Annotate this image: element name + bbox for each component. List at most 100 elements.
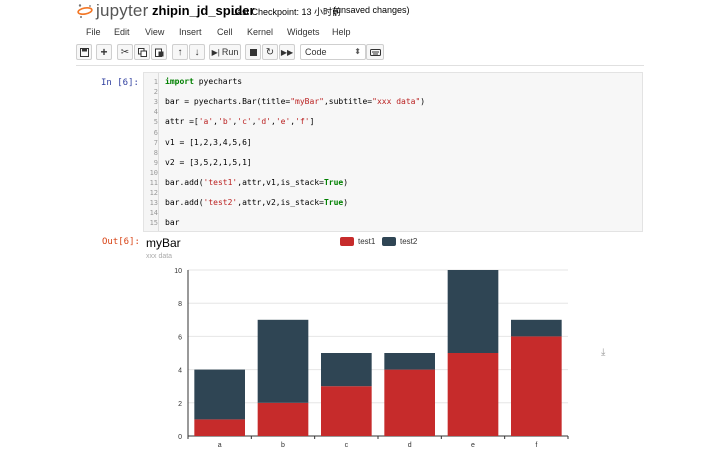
code-line: 4 — [144, 107, 644, 117]
line-number: 13 — [149, 199, 158, 208]
insert-cell-button[interactable]: + — [96, 44, 112, 60]
code-line: 7 v1 = [1,2,3,4,5,6] — [144, 138, 644, 148]
notebook-toolbar: + ✂ ↑ ↓ ▶| Run ↻ ▶▶ Code ⬍ — [76, 43, 644, 62]
y-tick-label: 6 — [178, 334, 182, 341]
restart-button[interactable]: ↻ — [262, 44, 278, 60]
refresh-icon: ↻ — [265, 46, 275, 58]
stacked-bar-chart: 0 2 4 6 8 10 a b c d e f — [174, 268, 569, 447]
chart-title: myBar — [146, 236, 181, 250]
bar-test2-b — [257, 319, 309, 403]
paste-button[interactable] — [151, 44, 167, 60]
input-prompt: In [6]: — [101, 78, 139, 88]
command-palette-button[interactable] — [366, 44, 384, 60]
code-line: 13 bar.add('test2',attr,v2,is_stack=True) — [144, 198, 644, 208]
code-line: 12 — [144, 188, 644, 198]
code-text: v2 = [3,5,2,1,5,1] — [165, 157, 252, 167]
code-text: bar.add('test2',attr,v2,is_stack=True) — [165, 198, 349, 208]
bar-test1-f — [511, 336, 562, 436]
last-checkpoint: Last Checkpoint: 13 小时前 — [232, 7, 342, 17]
download-icon[interactable]: ⤓ — [601, 347, 605, 358]
code-line: 14 — [144, 208, 644, 218]
menu-help[interactable]: Help — [332, 27, 351, 37]
cut-button[interactable]: ✂ — [117, 44, 133, 60]
notebook-header: jupyter zhipin_jd_spider Last Checkpoint… — [0, 0, 720, 22]
bar-test1-c — [321, 386, 372, 436]
menu-edit[interactable]: Edit — [114, 27, 130, 37]
y-tick-label: 0 — [178, 434, 182, 441]
toolbar-divider — [76, 65, 644, 66]
x-tick-label: b — [281, 442, 285, 447]
line-number: 14 — [149, 209, 158, 218]
legend-item-test2[interactable]: test2 — [382, 236, 432, 248]
chart-subtitle: xxx data — [146, 253, 173, 260]
chevron-down-icon: ⬍ — [354, 47, 361, 56]
menu-cell[interactable]: Cell — [217, 27, 233, 37]
menu-bar: File Edit View Insert Cell Kernel Widget… — [76, 24, 644, 41]
run-label: Run — [221, 47, 239, 57]
y-tick-label: 2 — [178, 401, 182, 408]
code-line: 3 bar = pyecharts.Bar(title="myBar",subti… — [144, 97, 644, 107]
code-line: 8 — [144, 148, 644, 158]
line-number: 10 — [149, 168, 158, 177]
run-button[interactable]: ▶| Run — [209, 44, 241, 60]
restart-run-all-button[interactable]: ▶▶ — [279, 44, 295, 60]
line-number: 3 — [153, 98, 158, 107]
menu-insert[interactable]: Insert — [179, 27, 202, 37]
line-number: 11 — [149, 179, 158, 187]
menu-file[interactable]: File — [86, 27, 101, 37]
code-line: 1 import pyecharts — [144, 77, 644, 87]
y-tick-label: 8 — [178, 301, 182, 308]
x-tick-label: a — [218, 442, 222, 447]
keyboard-icon — [369, 48, 381, 56]
cell-type-value: Code — [305, 47, 327, 57]
save-icon — [79, 47, 89, 57]
x-tick-label: d — [408, 442, 412, 447]
code-text: bar = pyecharts.Bar(title="myBar",subtit… — [165, 97, 426, 107]
menu-widgets[interactable]: Widgets — [287, 27, 320, 37]
arrow-up-icon: ↑ — [177, 46, 183, 58]
line-number: 9 — [153, 158, 158, 167]
unsaved-status: (unsaved changes) — [333, 5, 410, 15]
bar-test2-a — [194, 369, 245, 420]
paste-icon — [154, 48, 163, 57]
line-number: 12 — [149, 189, 158, 198]
move-up-button[interactable]: ↑ — [172, 44, 188, 60]
y-tick-label: 4 — [178, 368, 182, 375]
copy-icon — [137, 47, 147, 57]
legend-swatch-test1 — [340, 237, 354, 246]
line-number: 4 — [153, 108, 158, 117]
code-line: 11 bar.add('test1',attr,v1,is_stack=True) — [144, 178, 644, 188]
bar-test2-f — [511, 319, 562, 337]
bar-test1-a — [194, 419, 245, 436]
plus-icon: + — [100, 45, 108, 59]
code-text: import pyecharts — [165, 77, 243, 86]
stop-icon — [249, 48, 257, 56]
menu-kernel[interactable]: Kernel — [247, 27, 273, 37]
code-line: 5 attr =['a','b','c','d','e','f'] — [144, 117, 644, 127]
bar-test1-d — [384, 369, 435, 436]
line-number: 15 — [149, 219, 158, 228]
interrupt-button[interactable] — [245, 44, 261, 60]
code-text: bar.add('test1',attr,v1,is_stack=True) — [165, 178, 349, 187]
scissors-icon: ✂ — [120, 46, 130, 58]
jupyter-logo-icon — [77, 4, 93, 18]
code-line: 6 — [144, 128, 644, 138]
line-number: 7 — [153, 138, 158, 147]
move-down-button[interactable]: ↓ — [189, 44, 205, 60]
code-text: v1 = [1,2,3,4,5,6] — [165, 137, 252, 147]
x-tick-label: e — [471, 442, 475, 447]
cell-type-select[interactable]: Code ⬍ — [300, 44, 366, 60]
arrow-down-icon: ↓ — [194, 46, 200, 58]
code-line: 2 — [144, 87, 644, 97]
fast-forward-icon: ▶▶ — [280, 47, 294, 57]
save-button[interactable] — [76, 44, 92, 60]
jupyter-brand[interactable]: jupyter — [96, 1, 148, 21]
bar-test2-c — [321, 353, 372, 387]
code-cell-editor[interactable]: 1 import pyecharts 2 3 bar = pyecharts.Bar(t… — [143, 72, 643, 232]
line-number: 6 — [153, 128, 158, 137]
legend-label-test1: test1 — [358, 237, 376, 246]
line-number: 1 — [153, 78, 158, 86]
copy-button[interactable] — [134, 44, 150, 60]
code-line: 9 v2 = [3,5,2,1,5,1] — [144, 158, 644, 168]
menu-view[interactable]: View — [145, 27, 164, 37]
